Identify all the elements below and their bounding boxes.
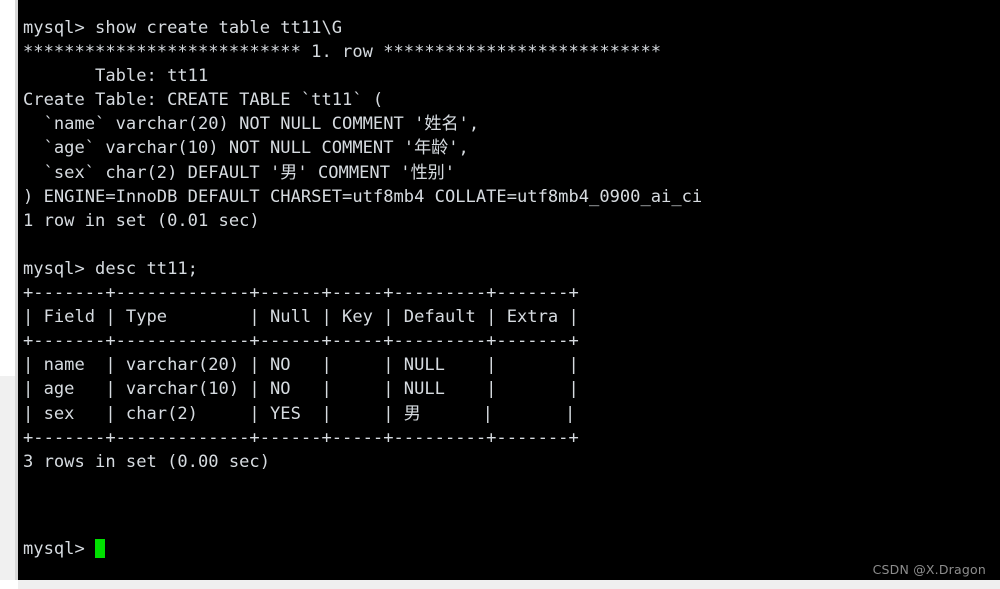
left-gutter [0, 0, 18, 589]
prompt-label: mysql> [23, 539, 96, 559]
bottom-strip [0, 580, 1000, 589]
terminal-prompt-line: mysql> [23, 537, 106, 561]
terminal-window[interactable]: mysql> show create table tt11\G ********… [18, 0, 1000, 580]
terminal-cursor [95, 539, 106, 558]
vertical-scrollbar-track[interactable] [0, 376, 15, 589]
bottom-strip-gutter [0, 580, 18, 589]
watermark-text: CSDN @X.Dragon [872, 562, 986, 577]
terminal-output: mysql> show create table tt11\G ********… [23, 18, 703, 472]
screenshot-root: mysql> show create table tt11\G ********… [0, 0, 1000, 589]
